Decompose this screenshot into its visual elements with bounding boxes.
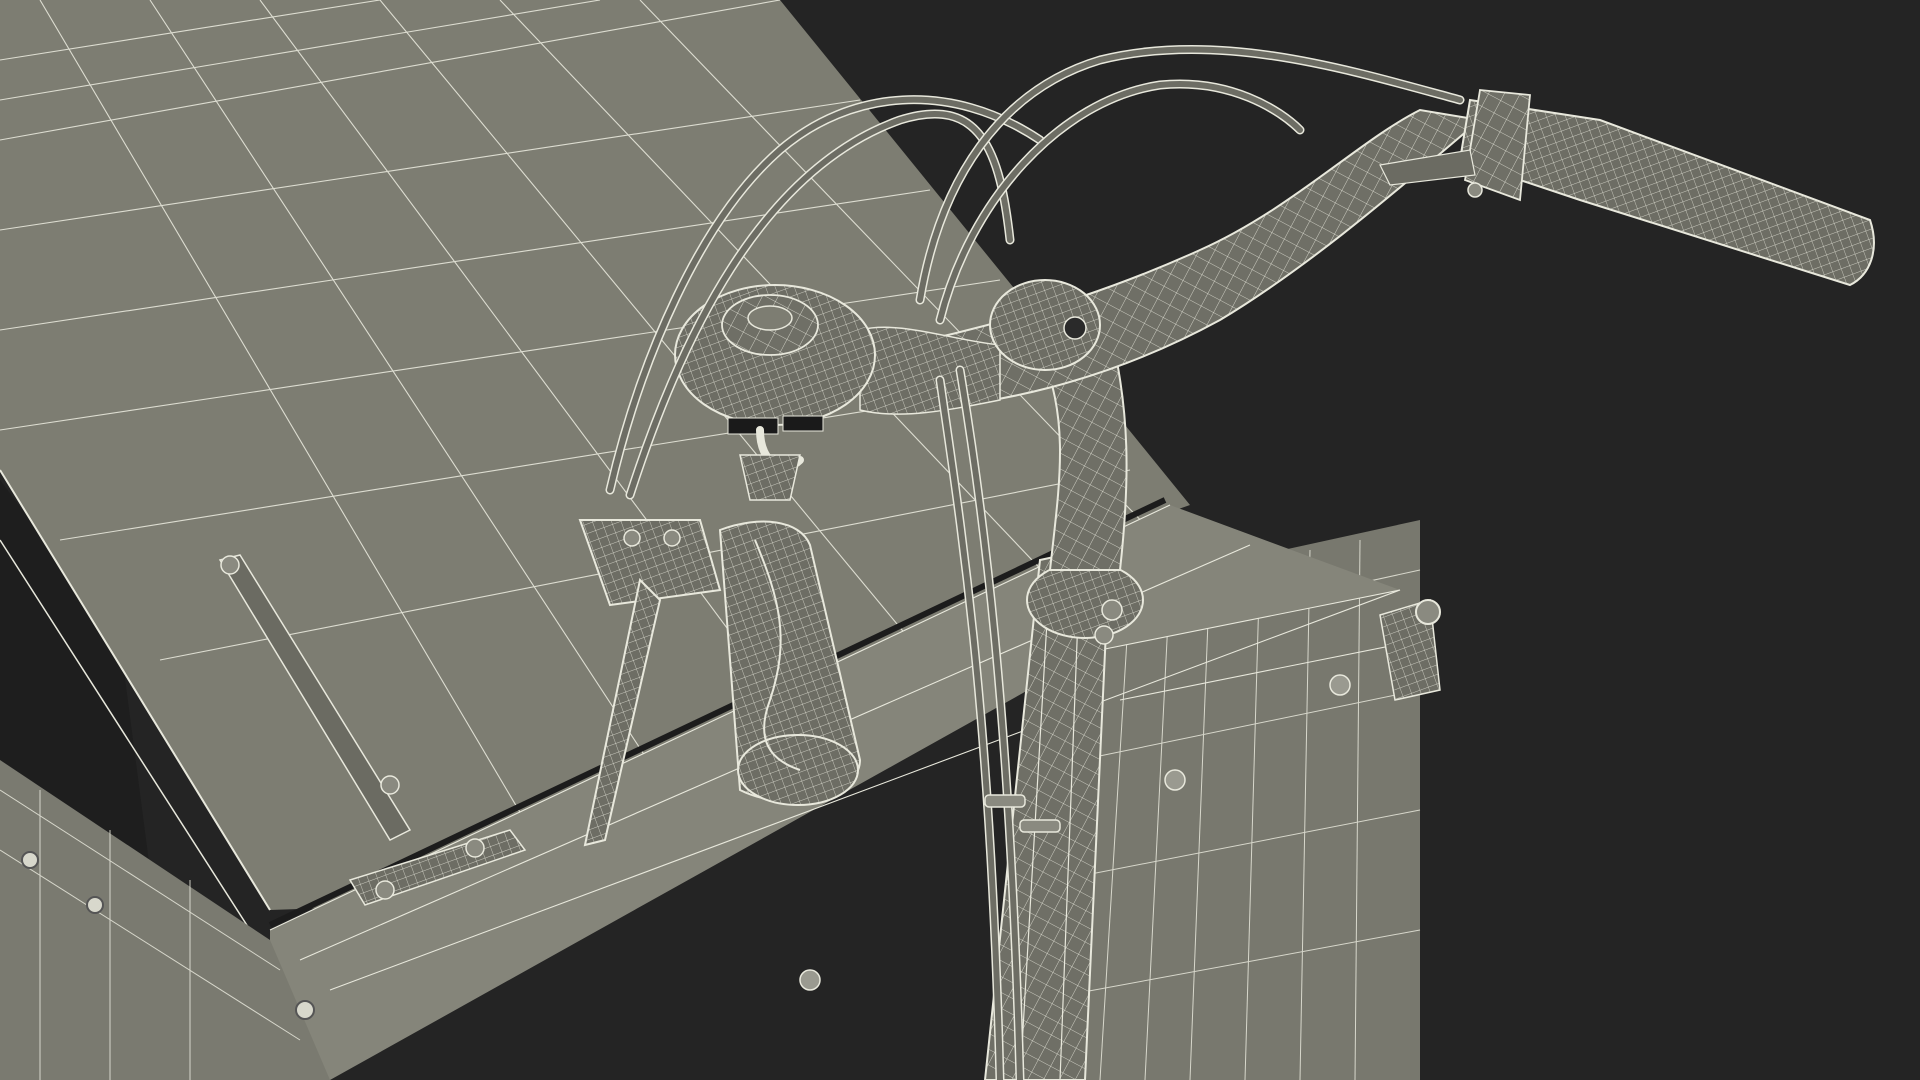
wireframe-render [0,0,1920,1080]
render-viewport [0,0,1920,1080]
